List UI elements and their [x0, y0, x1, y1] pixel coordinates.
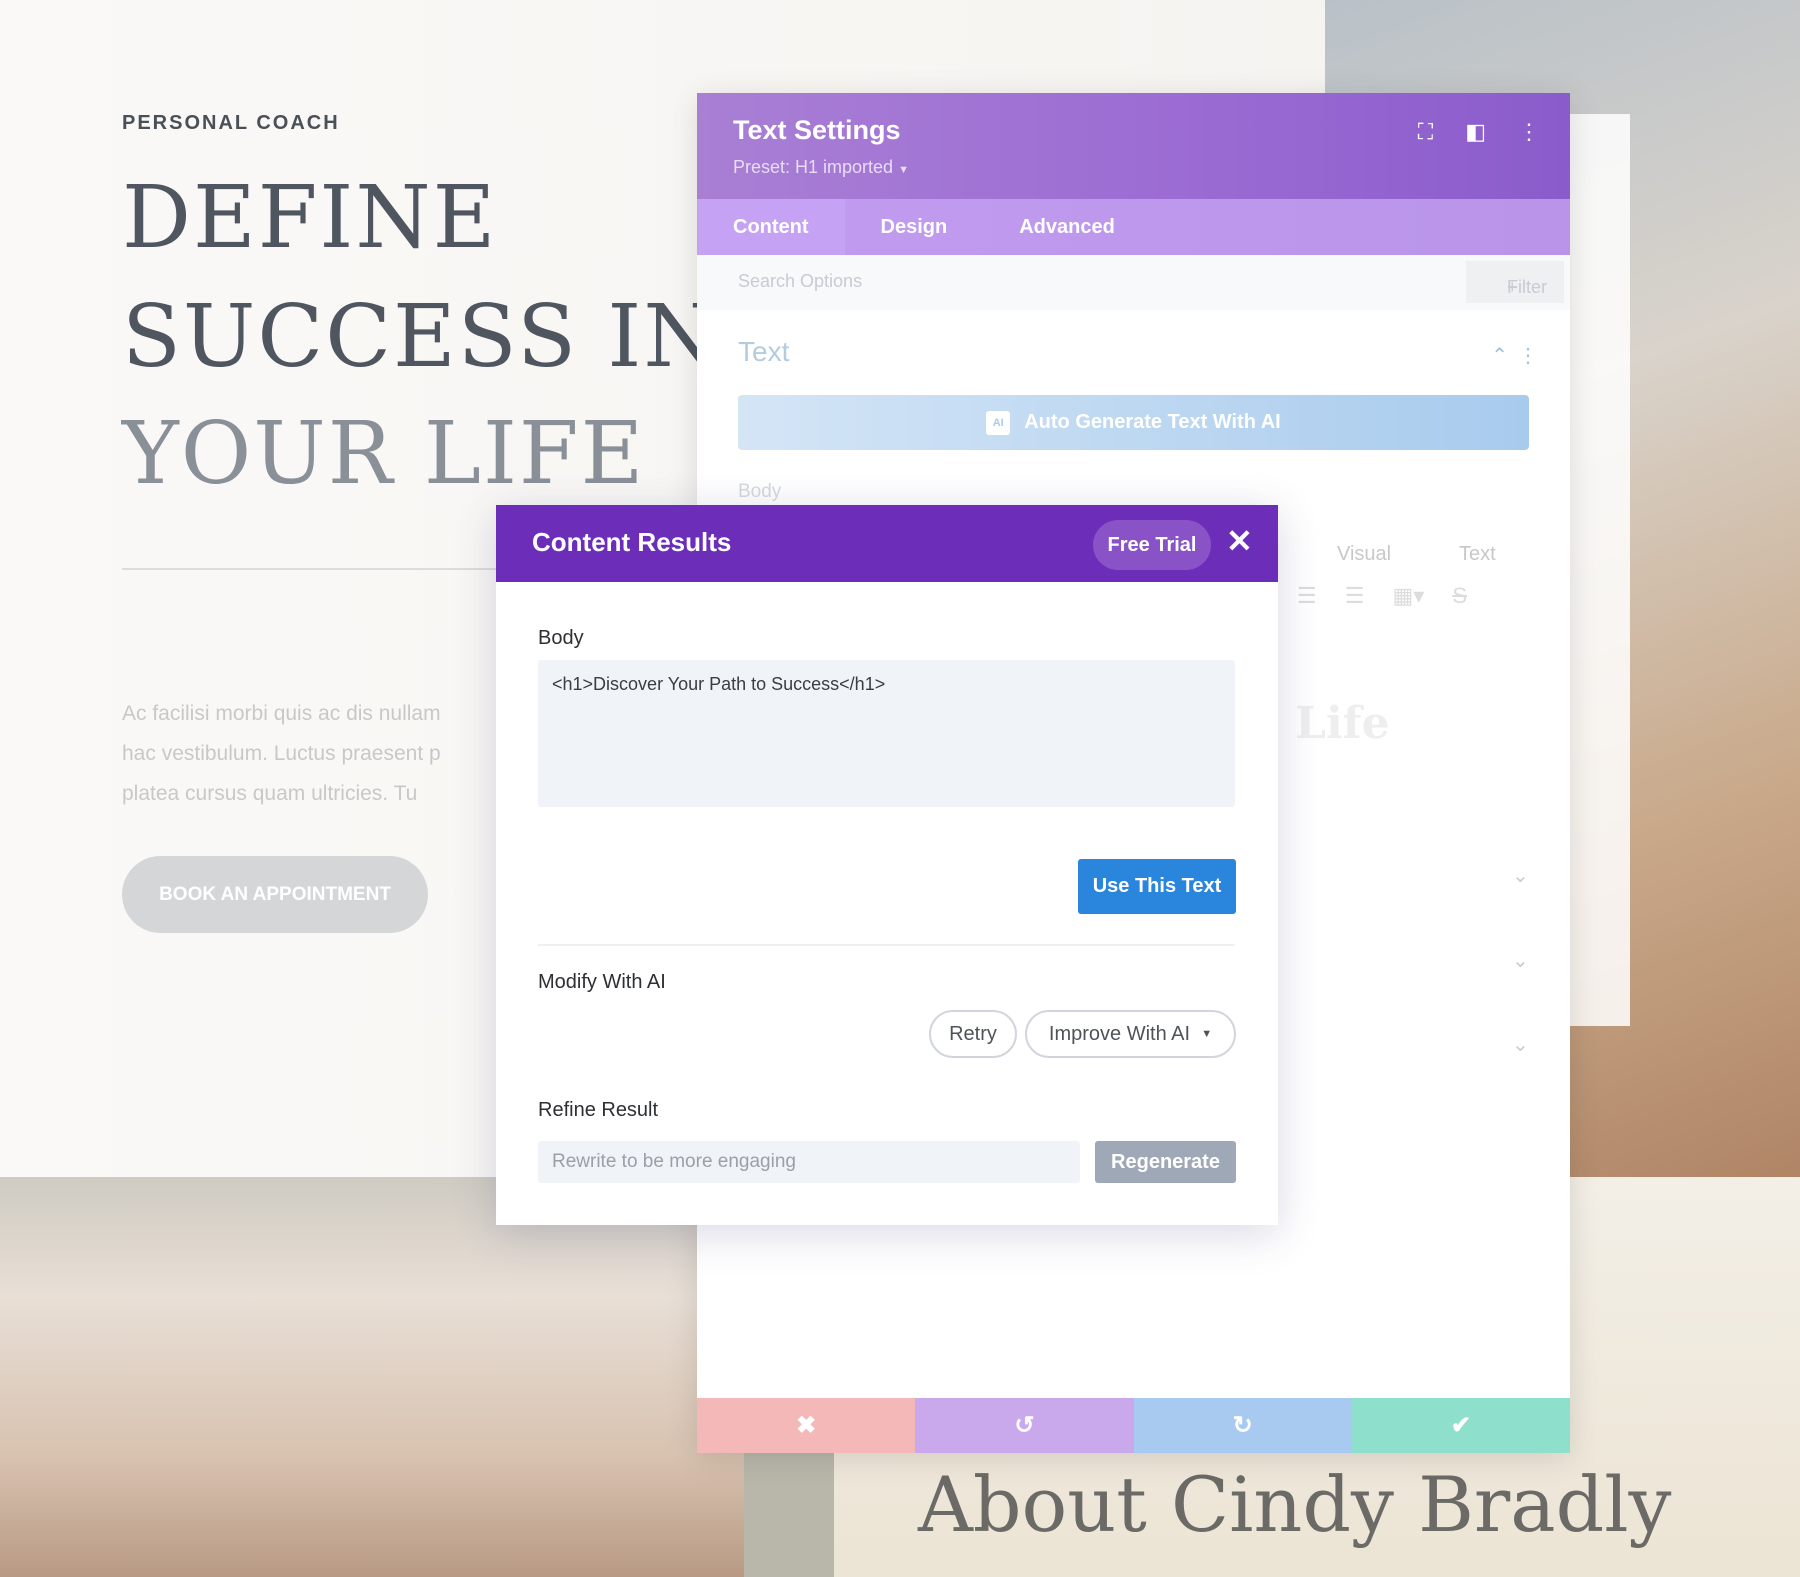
decorative-block: [744, 1440, 834, 1577]
tab-content[interactable]: Content: [697, 199, 845, 255]
chevron-down-icon[interactable]: ⌄: [1512, 1032, 1529, 1057]
hero-heading-line: DEFINE: [122, 168, 498, 268]
redo-button[interactable]: ↻: [1133, 1398, 1352, 1453]
chevron-up-icon[interactable]: ⌃: [1491, 345, 1518, 367]
tab-text[interactable]: Text: [1459, 543, 1496, 566]
ai-icon: AI: [986, 410, 1011, 435]
background-card: [1560, 114, 1630, 1026]
modal-title: Content Results: [532, 527, 732, 557]
preset-label: Preset: H1 imported: [733, 157, 894, 177]
paragraph-line: platea cursus quam ultricies. Tu: [122, 782, 418, 805]
panel-tabs: Content Design Advanced: [697, 199, 1570, 255]
tab-design[interactable]: Design: [845, 199, 984, 255]
eyebrow-text: PERSONAL COACH: [122, 112, 340, 134]
tab-visual[interactable]: Visual: [1337, 543, 1391, 566]
split-view-icon[interactable]: ◧: [1465, 119, 1486, 145]
modal-header: Content Results Free Trial ✕: [496, 505, 1278, 582]
undo-button[interactable]: ↺: [915, 1398, 1134, 1453]
about-title: About Cindy Bradly: [918, 1460, 1672, 1549]
body-label: Body: [538, 627, 584, 649]
more-options-icon[interactable]: ⋮: [1518, 119, 1540, 145]
improve-with-ai-dropdown[interactable]: Improve With AI ▼: [1025, 1010, 1236, 1058]
align-right-icon[interactable]: ☰: [1297, 583, 1317, 609]
paragraph-line: Ac facilisi morbi quis ac dis nullam: [122, 702, 441, 725]
free-trial-button[interactable]: Free Trial: [1093, 520, 1211, 570]
divider: [122, 568, 502, 570]
more-options-icon[interactable]: ⋮: [1518, 345, 1548, 367]
table-icon[interactable]: ▦▾: [1392, 583, 1424, 609]
tab-advanced[interactable]: Advanced: [983, 199, 1151, 255]
undo-icon: ↺: [1014, 1412, 1035, 1439]
refine-label: Refine Result: [538, 1099, 659, 1121]
regenerate-button[interactable]: Regenerate: [1095, 1141, 1236, 1183]
panel-title: Text Settings: [733, 115, 901, 145]
panel-header: Text Settings Preset: H1 imported ▼ ⛶ ◧ …: [697, 93, 1570, 199]
save-button[interactable]: ✔: [1351, 1398, 1570, 1453]
ai-button-label: Auto Generate Text With AI: [1024, 411, 1281, 433]
search-options-input[interactable]: Search Options + Filter: [697, 255, 1570, 310]
justify-icon[interactable]: ☰: [1345, 583, 1365, 609]
discard-button[interactable]: ✖: [697, 1398, 916, 1453]
paragraph-line: hac vestibulum. Luctus praesent p: [122, 742, 441, 765]
preset-dropdown[interactable]: Preset: H1 imported ▼: [733, 157, 909, 178]
chevron-down-icon[interactable]: ⌄: [1512, 863, 1529, 888]
panel-footer: ✖ ↺ ↻ ✔: [697, 1398, 1570, 1453]
auto-generate-ai-button[interactable]: AI Auto Generate Text With AI: [738, 395, 1529, 450]
retry-button[interactable]: Retry: [929, 1010, 1017, 1058]
close-icon: ✖: [796, 1412, 817, 1439]
hero-heading-line: YOUR LIFE: [122, 404, 646, 504]
modify-label: Modify With AI: [538, 971, 666, 993]
improve-label: Improve With AI: [1048, 1022, 1191, 1045]
divider: [538, 944, 1235, 946]
caret-down-icon: ▼: [898, 164, 909, 176]
refine-input[interactable]: Rewrite to be more engaging: [538, 1141, 1080, 1183]
body-textarea[interactable]: <h1>Discover Your Path to Success</h1>: [538, 660, 1235, 807]
preview-text: Life: [1295, 698, 1390, 749]
fullscreen-icon[interactable]: ⛶: [1418, 119, 1433, 145]
close-icon[interactable]: ✕: [1226, 522, 1253, 560]
content-results-modal: Content Results Free Trial ✕ Body <h1>Di…: [496, 505, 1278, 1225]
use-this-text-button[interactable]: Use This Text: [1078, 859, 1236, 914]
filter-button[interactable]: + Filter: [1466, 261, 1564, 303]
caret-down-icon: ▼: [1201, 1028, 1213, 1040]
group-title[interactable]: Text: [738, 336, 789, 368]
book-appointment-button[interactable]: BOOK AN APPOINTMENT: [122, 856, 428, 933]
chevron-down-icon[interactable]: ⌄: [1512, 948, 1529, 973]
hero-heading-line: SUCCESS IN: [122, 287, 721, 387]
check-icon: ✔: [1450, 1412, 1471, 1439]
body-label: Body: [738, 481, 782, 502]
search-placeholder: Search Options: [738, 271, 863, 291]
filter-label: Filter: [1507, 277, 1547, 297]
strikethrough-icon[interactable]: S: [1452, 583, 1467, 609]
redo-icon: ↻: [1232, 1412, 1253, 1439]
